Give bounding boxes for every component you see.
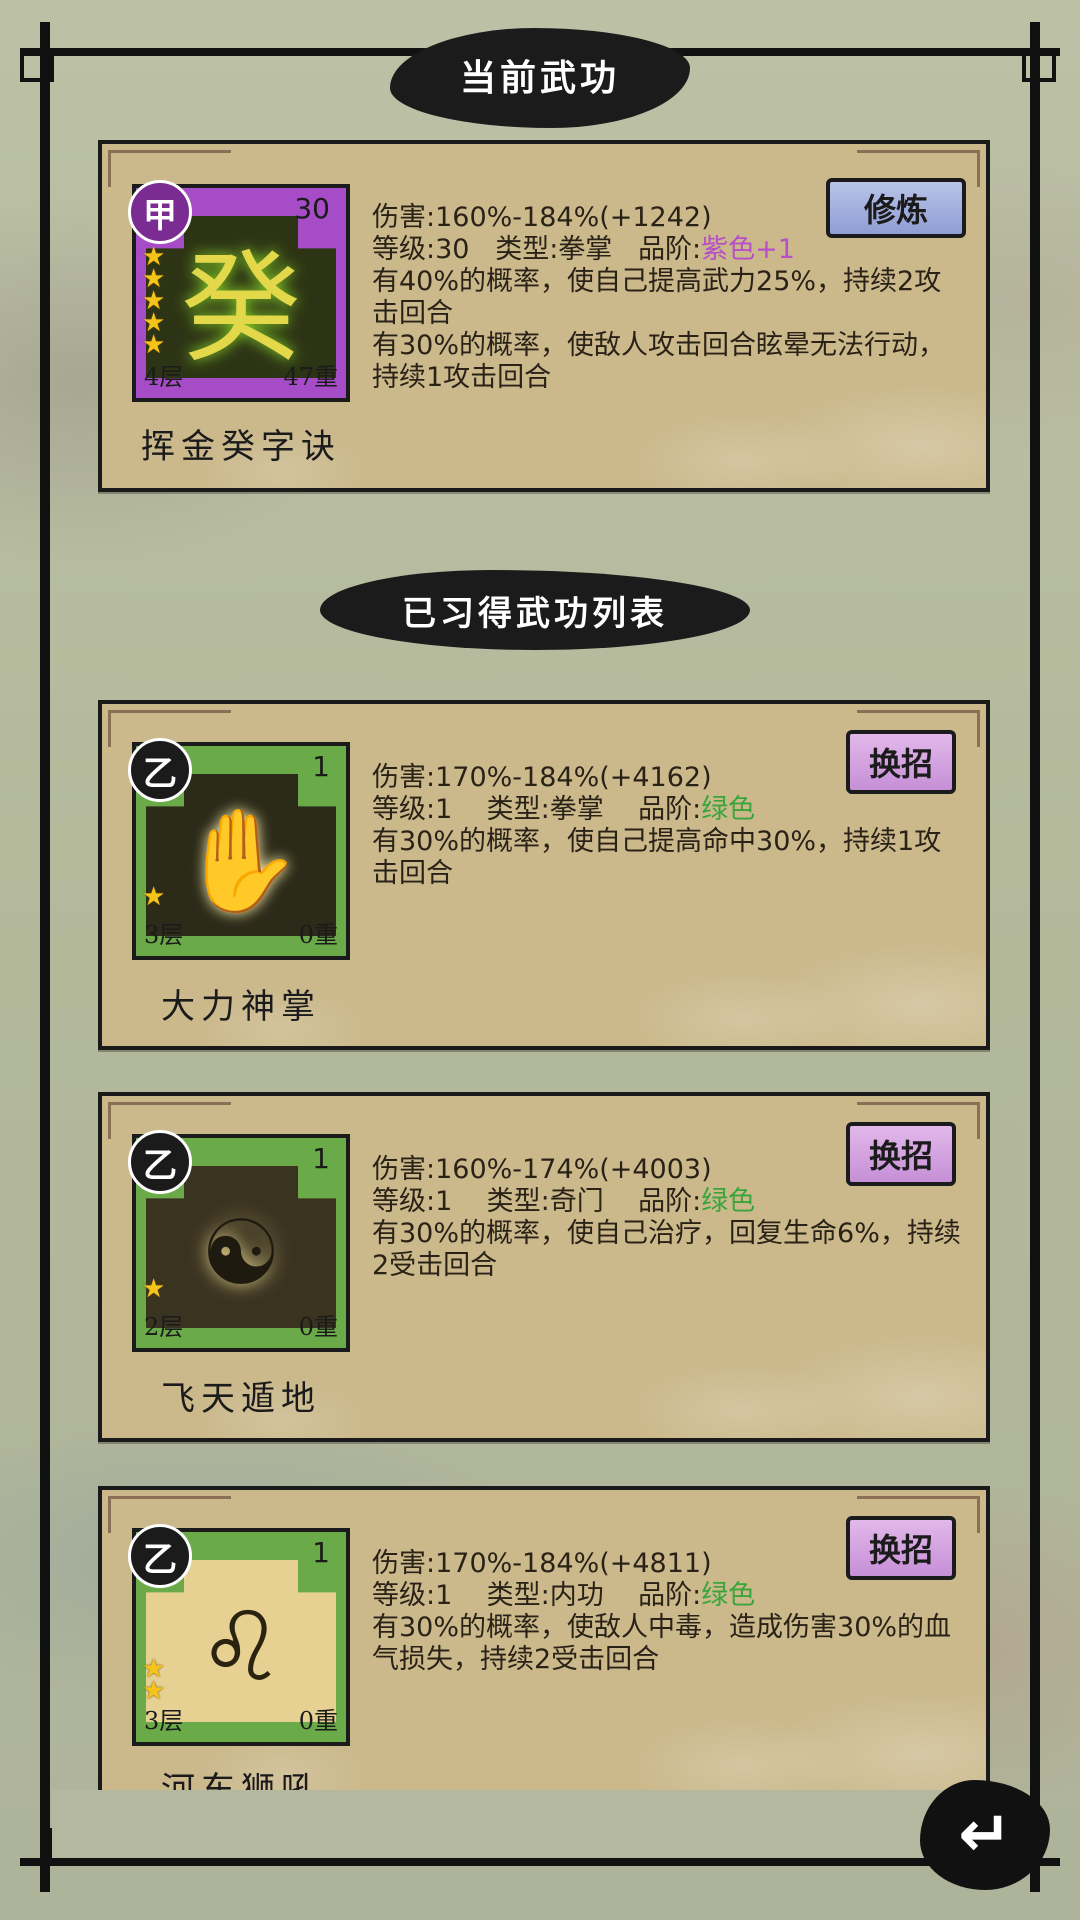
weight-count: 0重: [298, 1313, 338, 1341]
layer-count: 3层: [144, 1707, 184, 1735]
grade-badge: 乙: [128, 1524, 192, 1588]
skill-name: 河东狮吼: [161, 1770, 321, 1790]
star-icon: ★: [142, 330, 166, 360]
skill-level-number: 30: [294, 192, 330, 225]
effect-text: 有40%的概率，使自己提高武力25%，持续2攻击回合: [372, 266, 942, 329]
frame-left: [40, 22, 50, 1892]
effect-text: 有30%的概率，使自己提高命中30%，持续1攻击回合: [372, 826, 942, 889]
type-label: 类型:奇门: [486, 1186, 604, 1217]
learned-list-title: 已习得武功列表: [402, 593, 668, 634]
skill-name: 挥金癸字诀: [141, 427, 341, 467]
quality-label: 品阶:: [638, 1186, 702, 1217]
stats-line: 等级:1 类型:奇门 品阶:绿色: [372, 1186, 962, 1218]
layer-count: 2层: [144, 1313, 184, 1341]
cultivate-button[interactable]: 修炼: [826, 178, 966, 238]
effect-text: 有30%的概率，使自己治疗，回复生命6%，持续2受击回合: [372, 1218, 961, 1281]
quality-label: 品阶:: [638, 1580, 702, 1611]
quality-label: 品阶:: [638, 794, 702, 825]
grade-badge: 甲: [128, 180, 192, 244]
level-label: 等级:30: [372, 234, 470, 265]
quality-value: 紫色+1: [701, 234, 795, 265]
gui-glyph-icon: 癸: [181, 240, 301, 379]
star-rating: ★ ★ ★ ★ ★: [142, 244, 166, 360]
star-icon: ★: [142, 1274, 166, 1304]
type-label: 类型:拳掌: [495, 234, 613, 265]
star-rating: ★: [142, 882, 166, 912]
back-button[interactable]: ↵: [920, 1780, 1050, 1890]
level-label: 等级:1: [372, 1580, 453, 1611]
layer-count: 4层: [144, 363, 184, 391]
switch-move-button[interactable]: 换招: [846, 1122, 956, 1186]
skill-icon-frame[interactable]: ☯ 乙 1 ★ 2层 0重: [128, 1130, 350, 1352]
weight-count: 47重: [283, 363, 338, 391]
scroll-mask: [52, 1790, 1030, 1858]
learned-skill-card: ☯ 乙 1 ★ 2层 0重 飞天遁地 伤害:160%-174%(+4003) 等…: [98, 1092, 990, 1442]
layer-count: 3层: [144, 921, 184, 949]
skill-icon-frame[interactable]: 癸 甲 30 ★ ★ ★ ★ ★ 4层 47重: [128, 180, 350, 402]
palm-icon: ✋: [178, 802, 304, 919]
quality-value: 绿色: [701, 794, 756, 825]
frame-corner: [20, 48, 54, 82]
stats-line: 等级:30 类型:拳掌 品阶:紫色+1: [372, 234, 962, 266]
grade-badge: 乙: [128, 1130, 192, 1194]
weight-count: 0重: [298, 1707, 338, 1735]
learned-skill-card: ✋ 乙 1 ★ 3层 0重 大力神掌 伤害:170%-184%(+4162) 等…: [98, 700, 990, 1050]
frame-right: [1030, 22, 1040, 1892]
level-label: 等级:1: [372, 794, 453, 825]
star-icon: ★: [142, 882, 166, 912]
frame-corner: [1022, 48, 1056, 82]
level-label: 等级:1: [372, 1186, 453, 1217]
return-arrow-icon: ↵: [958, 1798, 1012, 1872]
effect-text: 有30%的概率，使敌人中毒，造成伤害30%的血气损失，持续2受击回合: [372, 1612, 952, 1675]
skill-level-number: 1: [312, 1142, 330, 1175]
skill-name: 飞天遁地: [161, 1379, 321, 1419]
skill-name: 大力神掌: [161, 987, 321, 1027]
frame-bottom: [20, 1858, 1060, 1866]
meditation-icon: ☯: [200, 1200, 282, 1306]
quality-value: 绿色: [701, 1580, 756, 1611]
grade-badge: 乙: [128, 738, 192, 802]
learned-skill-card: ♌ 乙 1 ★ ★ 3层 0重 河东狮吼 伤害:170%-184%(+4811) …: [98, 1486, 990, 1790]
star-rating: ★ ★: [142, 1656, 166, 1706]
type-label: 类型:拳掌: [486, 794, 604, 825]
switch-move-button[interactable]: 换招: [846, 1516, 956, 1580]
star-icon: ★: [142, 1676, 166, 1706]
star-rating: ★: [142, 1274, 166, 1304]
weight-count: 0重: [298, 921, 338, 949]
stats-line: 等级:1 类型:拳掌 品阶:绿色: [372, 794, 962, 826]
skill-icon-frame[interactable]: ✋ 乙 1 ★ 3层 0重: [128, 738, 350, 960]
stats-line: 等级:1 类型:内功 品阶:绿色: [372, 1580, 962, 1612]
current-skill-title: 当前武功: [459, 58, 620, 99]
quality-label: 品阶:: [638, 234, 702, 265]
type-label: 类型:内功: [486, 1580, 604, 1611]
skill-level-number: 1: [312, 750, 330, 783]
skill-level-number: 1: [312, 1536, 330, 1569]
current-skill-card: 癸 甲 30 ★ ★ ★ ★ ★ 4层 47重 挥金癸字诀 伤害:160%-18…: [98, 140, 990, 492]
skill-icon-frame[interactable]: ♌ 乙 1 ★ ★ 3层 0重: [128, 1524, 350, 1746]
switch-move-button[interactable]: 换招: [846, 730, 956, 794]
quality-value: 绿色: [701, 1186, 756, 1217]
lion-icon: ♌: [197, 1591, 285, 1703]
effect-text: 有30%的概率，使敌人攻击回合眩晕无法行动，持续1攻击回合: [372, 330, 946, 393]
